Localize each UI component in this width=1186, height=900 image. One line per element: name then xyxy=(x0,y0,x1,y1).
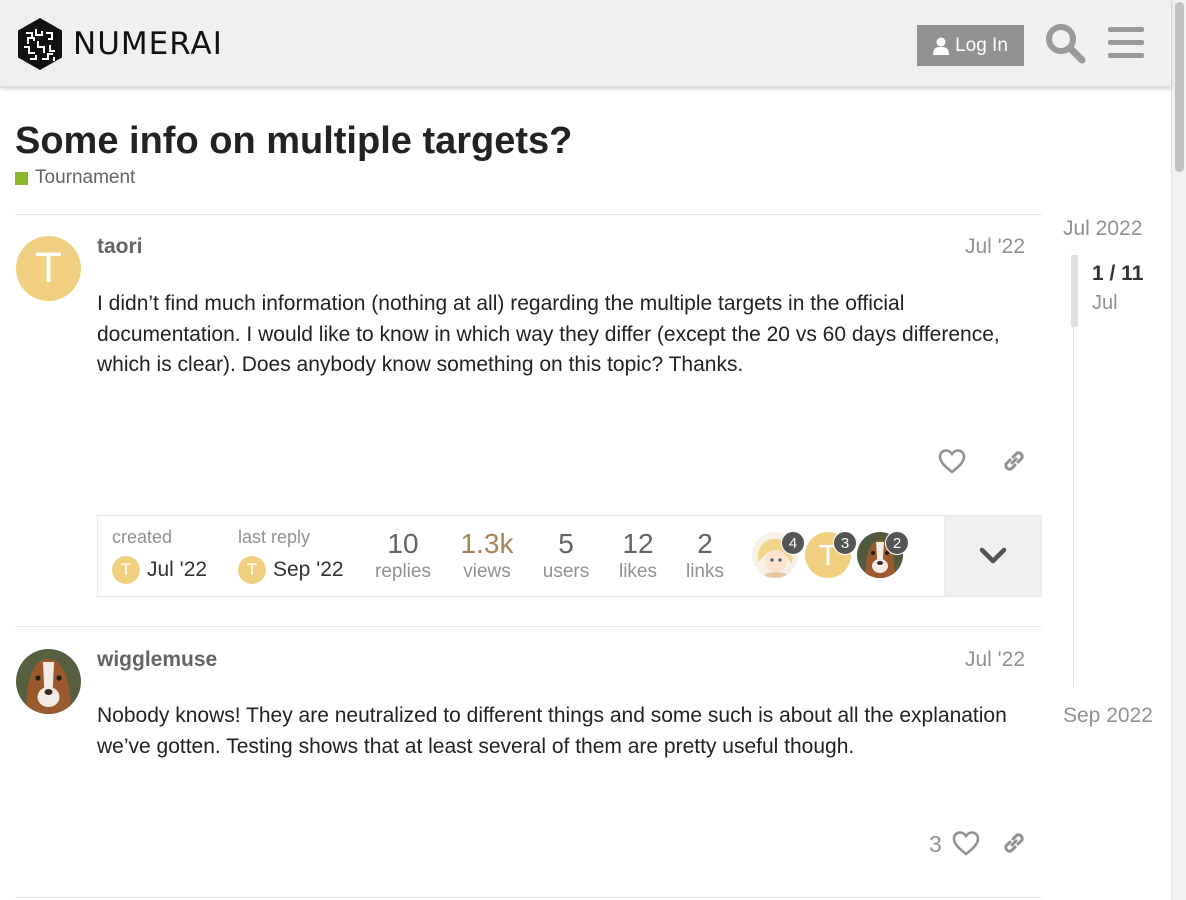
search-icon xyxy=(1046,24,1086,64)
timeline-start-date[interactable]: Jul 2022 xyxy=(1063,217,1142,241)
logo-wordmark: NUMERAI xyxy=(73,26,223,62)
like-button[interactable] xyxy=(932,441,972,481)
stat-number: 5 xyxy=(558,528,574,559)
link-icon xyxy=(1004,451,1024,471)
stat-label: links xyxy=(685,561,724,582)
stat-label: users xyxy=(542,561,590,582)
login-label: Log In xyxy=(955,34,1008,56)
participant-post-count: 4 xyxy=(781,531,805,555)
avatar[interactable] xyxy=(16,649,81,714)
avatar: T xyxy=(112,556,140,584)
avatar-letter: T xyxy=(246,560,258,579)
chevron-down-icon xyxy=(979,547,1007,564)
topic-title[interactable]: Some info on multiple targets? xyxy=(15,120,572,163)
participant-post-count: 3 xyxy=(833,531,857,555)
created-label: created xyxy=(112,527,173,547)
stat-label: views xyxy=(463,561,511,582)
timeline-position: 1 / 11 xyxy=(1092,262,1144,285)
search-button[interactable] xyxy=(1044,22,1086,64)
stat-number: 12 xyxy=(622,528,654,559)
post-body: I didn’t find much information (nothing … xyxy=(97,292,1000,376)
heart-icon xyxy=(938,449,966,474)
stat-users: 5 users xyxy=(541,528,591,584)
site-header: NUMERAI Log In xyxy=(0,0,1171,87)
stat-likes: 12 likes xyxy=(614,528,662,584)
avatar-letter: T xyxy=(36,245,61,292)
expand-topic-map-button[interactable] xyxy=(944,516,1041,596)
site-logo[interactable]: NUMERAI xyxy=(16,17,223,71)
avatar: T xyxy=(238,556,266,584)
post-date[interactable]: Jul '22 xyxy=(965,235,1025,259)
post-body: Nobody knows! They are neutralized to di… xyxy=(97,704,1007,758)
user-icon xyxy=(933,37,950,55)
post-date[interactable]: Jul '22 xyxy=(965,648,1025,672)
last-reply-date-text: Sep '22 xyxy=(273,558,344,581)
last-reply-label: last reply xyxy=(238,527,311,547)
heart-icon xyxy=(952,831,980,856)
post-username[interactable]: wigglemuse xyxy=(97,648,217,672)
scrollbar-thumb[interactable] xyxy=(1175,2,1184,172)
link-icon xyxy=(1004,833,1024,853)
post-divider xyxy=(15,626,1042,627)
category-badge[interactable]: Tournament xyxy=(15,167,135,189)
category-name: Tournament xyxy=(35,167,136,188)
stat-number: 1.3k xyxy=(460,528,514,559)
participant-post-count: 2 xyxy=(885,531,909,555)
timeline-handle[interactable] xyxy=(1071,255,1078,327)
numerai-logo-icon xyxy=(18,18,62,70)
stat-replies: 10 replies xyxy=(375,528,431,584)
stat-label: likes xyxy=(618,561,657,582)
dog-avatar-icon xyxy=(16,649,81,714)
post-divider xyxy=(15,897,1042,898)
stat-number: 10 xyxy=(387,528,419,559)
hamburger-menu-button[interactable] xyxy=(1107,24,1145,62)
stat-views: 1.3k views xyxy=(456,528,518,584)
login-button[interactable]: Log In xyxy=(917,25,1024,66)
avatar-letter: T xyxy=(120,560,132,579)
share-link-button[interactable] xyxy=(994,823,1034,863)
post-username[interactable]: taori xyxy=(97,235,143,259)
like-button[interactable] xyxy=(946,823,986,863)
page-scrollbar[interactable] xyxy=(1171,0,1186,900)
last-reply-date[interactable]: T Sep '22 xyxy=(238,556,344,584)
like-count[interactable]: 3 xyxy=(929,831,942,858)
category-color-swatch xyxy=(15,171,28,185)
timeline-month: Jul xyxy=(1092,292,1118,314)
avatar[interactable]: T xyxy=(16,236,81,301)
topic-map: created T Jul '22 last reply T Sep '22 1… xyxy=(97,515,1042,597)
post-divider xyxy=(15,214,1042,215)
timeline-end-date[interactable]: Sep 2022 xyxy=(1063,704,1153,728)
hamburger-icon xyxy=(1108,27,1144,58)
created-date[interactable]: T Jul '22 xyxy=(112,556,207,584)
created-date-text: Jul '22 xyxy=(147,558,208,581)
stat-links: 2 links xyxy=(683,528,727,584)
stat-label: replies xyxy=(375,561,431,582)
share-link-button[interactable] xyxy=(994,441,1034,481)
stat-number: 2 xyxy=(697,528,713,559)
